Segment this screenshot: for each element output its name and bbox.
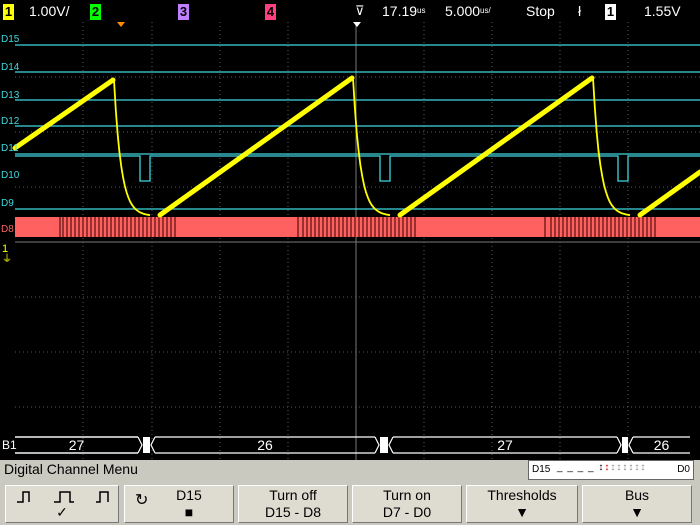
time-ref-value: 17.19: [382, 3, 418, 19]
ch4-indicator[interactable]: 4: [265, 3, 276, 20]
bus-value: 27: [497, 437, 513, 453]
bus-value: 27: [69, 437, 85, 453]
trigger-source-number: 1: [605, 4, 616, 20]
chevron-down-icon: ▼: [515, 504, 529, 520]
time-reference: 17.19us: [382, 3, 426, 19]
legend-channel-glyphs: _ _ _ _ ↕↕↕↕↕↕↕↕: [557, 462, 647, 473]
falling-edge-icon: ł: [578, 3, 582, 19]
chevron-down-icon: ▼: [630, 504, 644, 520]
ch3-indicator[interactable]: 3: [178, 3, 189, 20]
softkey-channel-select[interactable]: ↻ D15 ■: [124, 485, 234, 523]
digital-channel-label: D8: [1, 224, 14, 235]
bus-label: B1: [2, 438, 17, 452]
bus-transition-fill: [622, 437, 628, 453]
softkey-thresholds[interactable]: Thresholds ▼: [466, 485, 578, 523]
digital-channel-label: D9: [1, 198, 14, 209]
softkey-bus-label: Bus: [624, 487, 650, 503]
run-state: Stop: [526, 3, 555, 19]
time-scale-value: 5.000: [445, 3, 481, 19]
softkey-channel-state-icon: ■: [184, 504, 194, 520]
trigger-level: 1.55V: [644, 3, 681, 19]
pulse-shape-icons: [17, 491, 109, 503]
waveform-display: 27 26 27 26 B1 D15 D14 D13 D12 D11 D10 D9 D8 1 ⏚: [0, 0, 700, 460]
ch1-number: 1: [3, 4, 14, 20]
channel-mini-legend: D15 _ _ _ _ ↕↕↕↕↕↕↕↕ D0: [528, 460, 694, 480]
ch2-indicator[interactable]: 2: [90, 3, 101, 20]
trigger-source: 1: [605, 3, 616, 20]
ch1-scale: 1.00V/: [29, 3, 70, 19]
softkey-turn-on-d7-d0[interactable]: Turn on D7 - D0: [352, 485, 462, 523]
bus-value: 26: [257, 437, 273, 453]
d8-activity-band: [15, 217, 700, 237]
softkey-channel-label: D15: [176, 487, 202, 503]
ch1-ground-symbol: ⏚: [2, 253, 12, 265]
time-scale-unit: us/: [480, 6, 491, 15]
d8-band: [15, 217, 700, 237]
softkey-turn-off-range: D15 - D8: [264, 504, 322, 520]
digital-channel-label: D13: [1, 90, 20, 101]
softkey-turn-off-d15-d8[interactable]: Turn off D15 - D8: [238, 485, 348, 523]
digital-channel-label: D15: [1, 34, 20, 45]
softkey-turn-on-range: D7 - D0: [382, 504, 432, 520]
legend-d0: D0: [677, 464, 690, 475]
ch4-number: 4: [265, 4, 276, 20]
digital-channel-label: D10: [1, 170, 20, 181]
ch2-number: 2: [90, 4, 101, 20]
softkey-turn-off-label: Turn off: [269, 487, 317, 503]
softkey-turn-on-label: Turn on: [383, 487, 431, 503]
softkey-threshold-pulse[interactable]: ✓: [5, 485, 119, 523]
digital-channel-label: D11: [1, 143, 19, 154]
menu-title: Digital Channel Menu: [4, 461, 138, 477]
ch1-indicator[interactable]: 1: [3, 3, 14, 20]
ch3-number: 3: [178, 4, 189, 20]
bus-value: 26: [654, 437, 670, 453]
time-scale: 5.000us/: [445, 3, 491, 19]
digital-channel-label: D14: [1, 62, 20, 73]
bus-transition-fill: [143, 437, 150, 453]
softkey-check: ✓: [56, 504, 68, 520]
softkey-thresholds-label: Thresholds: [487, 487, 557, 503]
legend-d15: D15: [532, 464, 551, 475]
digital-channel-label: D12: [1, 116, 20, 127]
status-bar: 1 1.00V/ 2 3 4 ⊽ 17.19us 5.000us/ Stop ł…: [0, 0, 700, 22]
trigger-reference-icon: ⊽: [355, 3, 365, 18]
time-ref-unit: us: [417, 6, 426, 15]
softkey-bus[interactable]: Bus ▼: [582, 485, 692, 523]
bus-transition-fill: [380, 437, 388, 453]
